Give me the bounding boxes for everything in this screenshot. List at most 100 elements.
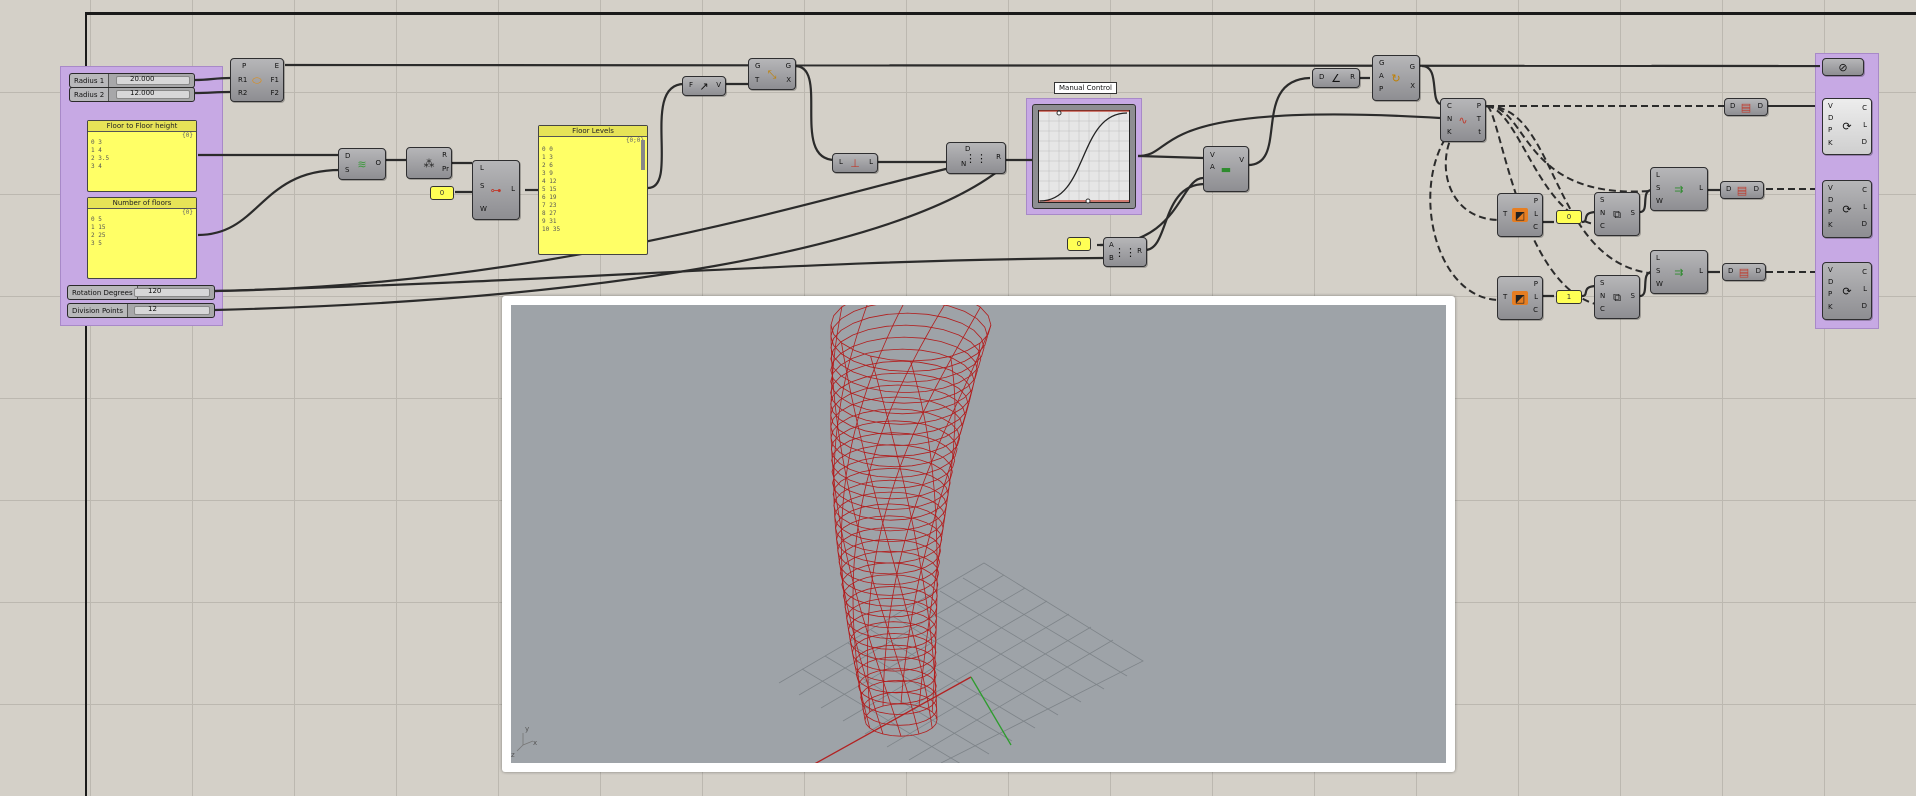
panel-title: Floor Levels [539,126,647,137]
input-l: L [1656,254,1660,262]
panel-scrollbar[interactable] [641,140,645,170]
mass-addition-component[interactable]: D S O ≋ [338,148,386,180]
panel-floor-height[interactable]: Floor to Floor height {0} 0 3 1 4 2 3.5 … [87,120,197,192]
output-l: L [1863,285,1867,293]
interpolate-component-c[interactable]: V D P K C L D ⟳ [1822,262,1872,320]
series-component[interactable]: R Pr ⁂ [406,147,452,179]
number-param-shift[interactable]: 0 [430,186,454,200]
input-r2: R2 [238,89,248,97]
slider-label: Rotation Degrees [68,286,138,299]
input-t: T [1503,210,1508,218]
input-d: D [345,152,351,160]
input-n: N [1447,115,1453,123]
panel-number-of-floors[interactable]: Number of floors {0} 0 5 1 15 2 25 3 5 [87,197,197,279]
rhino-viewport[interactable]: x y z [502,296,1455,772]
flip-matrix-component-c[interactable]: D D ▤ [1722,263,1766,281]
input-k: K [1828,303,1833,311]
graph-mapper[interactable] [1032,104,1136,209]
input-l: L [1656,171,1660,179]
preview-icon: ⊘ [1838,60,1848,74]
panel-row: 10 35 [542,226,561,233]
output-l: L [1534,293,1538,301]
slider-rotation-degrees[interactable]: Rotation Degrees 120 [67,285,215,300]
slider-radius-1[interactable]: Radius 1 20.000 [69,73,195,88]
number-param-eval-b[interactable]: 1 [1556,290,1582,304]
slider-track[interactable] [134,306,210,315]
move-component[interactable]: G T G X ⤡ [748,58,796,90]
output-l: L [869,158,873,166]
panel-floor-levels[interactable]: Floor Levels {0;0} 0 0 1 3 2 6 3 9 4 12 … [538,125,648,255]
slider-track[interactable] [134,288,210,297]
interpolate-component-a[interactable]: V D P K C L D ⟳ [1822,98,1872,155]
input-d: D [1828,278,1834,286]
list-length-icon: ⊥ [850,156,860,170]
radians-component[interactable]: D R ∠ [1312,68,1360,88]
output-d: D [1861,220,1867,228]
plane-component-b[interactable]: T P L C ◩ [1497,276,1543,320]
panel-row: 3 4 [91,163,102,170]
radians-icon: ∠ [1331,71,1341,85]
shift-component-a[interactable]: L S W L ⇉ [1650,167,1708,211]
input-d: D [1828,196,1834,204]
output-s: S [1630,209,1635,217]
input-p: P [1379,85,1384,93]
interpolate-component-b[interactable]: V D P K C L D ⟳ [1822,180,1872,238]
flip-matrix-component-b[interactable]: D D ▤ [1720,181,1764,199]
preview-component[interactable]: ⊘ [1822,58,1864,76]
list-length-component[interactable]: L L ⊥ [832,153,878,173]
mass-addition-icon: ≋ [357,157,367,171]
slider-division-points[interactable]: Division Points 12 [67,303,215,318]
panel-row: 3 9 [542,170,553,177]
output-l: L [1534,210,1538,218]
unit-z-component[interactable]: F V ↗ [682,76,726,96]
number-param-multiply[interactable]: 0 [1067,237,1091,251]
amplitude-component[interactable]: V A V ▬ [1203,146,1249,192]
ellipse-component[interactable]: P R1 R2 E F1 F2 ⬭ [230,58,284,102]
output-r: R [1137,247,1142,255]
output-c: C [1862,268,1867,276]
evaluate-component-b[interactable]: S N C S ⧉ [1594,275,1640,319]
range-component[interactable]: D N R ⋮⋮ [946,142,1006,174]
panel-row: 0 0 [542,146,553,153]
panel-row: 6 19 [542,194,557,201]
output-c: C [1533,223,1538,231]
input-v: V [1828,266,1833,274]
number-param-eval-a[interactable]: 0 [1556,210,1582,224]
panel-rows: 0 3 1 4 2 3.5 3 4 [91,139,109,171]
divide-curve-component[interactable]: C N K P T t ∿ [1440,98,1486,142]
slider-label: Division Points [68,304,128,317]
rotate-component[interactable]: G A P G X ↻ [1372,55,1420,101]
input-g: G [1379,59,1385,67]
output-d: D [1861,138,1867,146]
evaluate-component-a[interactable]: S N C S ⧉ [1594,192,1640,236]
input-s: S [345,166,350,174]
output-f1: F1 [270,76,279,84]
input-v: V [1828,184,1833,192]
input-t: T [755,76,760,84]
input-d: D [1728,267,1734,275]
flip-matrix-component-a[interactable]: D D ▤ [1724,98,1768,116]
interpolate-curve-icon: ⟳ [1842,284,1852,298]
viewport-canvas[interactable]: x y z [511,305,1446,763]
output-g: G [1409,63,1415,71]
ellipse-icon: ⬭ [252,73,262,87]
output-l: L [1699,267,1703,275]
input-d: D [1828,114,1834,122]
output-d: D [1753,185,1759,193]
viewport-3d-drawing: x y z [511,305,1144,763]
slider-value: 12 [148,305,157,313]
input-s: S [1656,184,1661,192]
output-l: L [1863,203,1867,211]
shift-list-icon: ⊶ [490,183,502,197]
move-icon: ⤡ [767,67,777,81]
input-k: K [1828,139,1833,147]
tower-floor-ring [830,396,963,457]
slider-radius-2[interactable]: Radius 2 12.000 [69,87,195,102]
panel-title: Floor to Floor height [88,121,196,132]
panel-row: 3 5 [91,240,102,247]
shift-list-component[interactable]: L S W L ⊶ [472,160,520,220]
multiply-component[interactable]: A B R ⋮⋮ [1103,237,1147,267]
evaluate-icon: ⧉ [1613,290,1621,304]
plane-component-a[interactable]: T P L C ◩ [1497,193,1543,237]
shift-component-b[interactable]: L S W L ⇉ [1650,250,1708,294]
